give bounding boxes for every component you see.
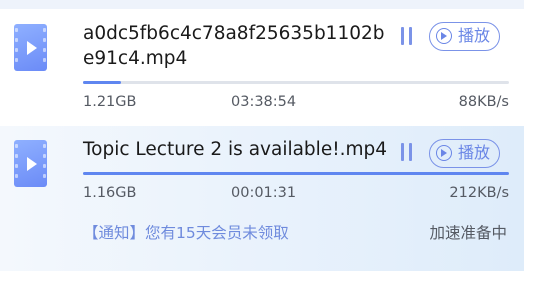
play-button[interactable]: 播放 (429, 139, 500, 168)
pause-icon[interactable] (399, 143, 415, 161)
time-remaining: 03:38:54 (231, 94, 297, 110)
file-size: 1.21GB (83, 94, 137, 110)
progress-fill (83, 81, 122, 84)
play-circle-icon (436, 145, 452, 161)
download-item-selected[interactable]: Topic Lecture 2 is available!.mp4 播放 1.1… (0, 126, 524, 272)
acceleration-status: 加速准备中 (429, 224, 507, 242)
play-button[interactable]: 播放 (429, 22, 500, 51)
previous-item-edge (0, 0, 524, 9)
progress-fill (83, 172, 509, 175)
download-item[interactable]: a0dc5fb6c4c78a8f25635b1102be91c4.mp4 播放 … (0, 9, 524, 126)
file-size: 1.16GB (83, 185, 137, 201)
membership-notice-link[interactable]: 【通知】您有15天会员未领取 (83, 221, 289, 243)
play-button-label: 播放 (458, 143, 491, 162)
play-button-label: 播放 (458, 26, 491, 45)
file-name: a0dc5fb6c4c78a8f25635b1102be91c4.mp4 (83, 23, 385, 69)
play-circle-icon (436, 28, 452, 44)
progress-bar (83, 172, 509, 175)
progress-bar (83, 81, 509, 84)
download-speed: 212KB/s (449, 185, 509, 201)
file-name: Topic Lecture 2 is available!.mp4 (83, 139, 388, 160)
pause-icon[interactable] (399, 27, 415, 45)
download-speed: 88KB/s (458, 94, 509, 110)
time-remaining: 00:01:31 (231, 185, 297, 201)
bottom-spacer (0, 271, 537, 282)
video-file-icon (14, 24, 47, 71)
video-file-icon (14, 140, 47, 187)
